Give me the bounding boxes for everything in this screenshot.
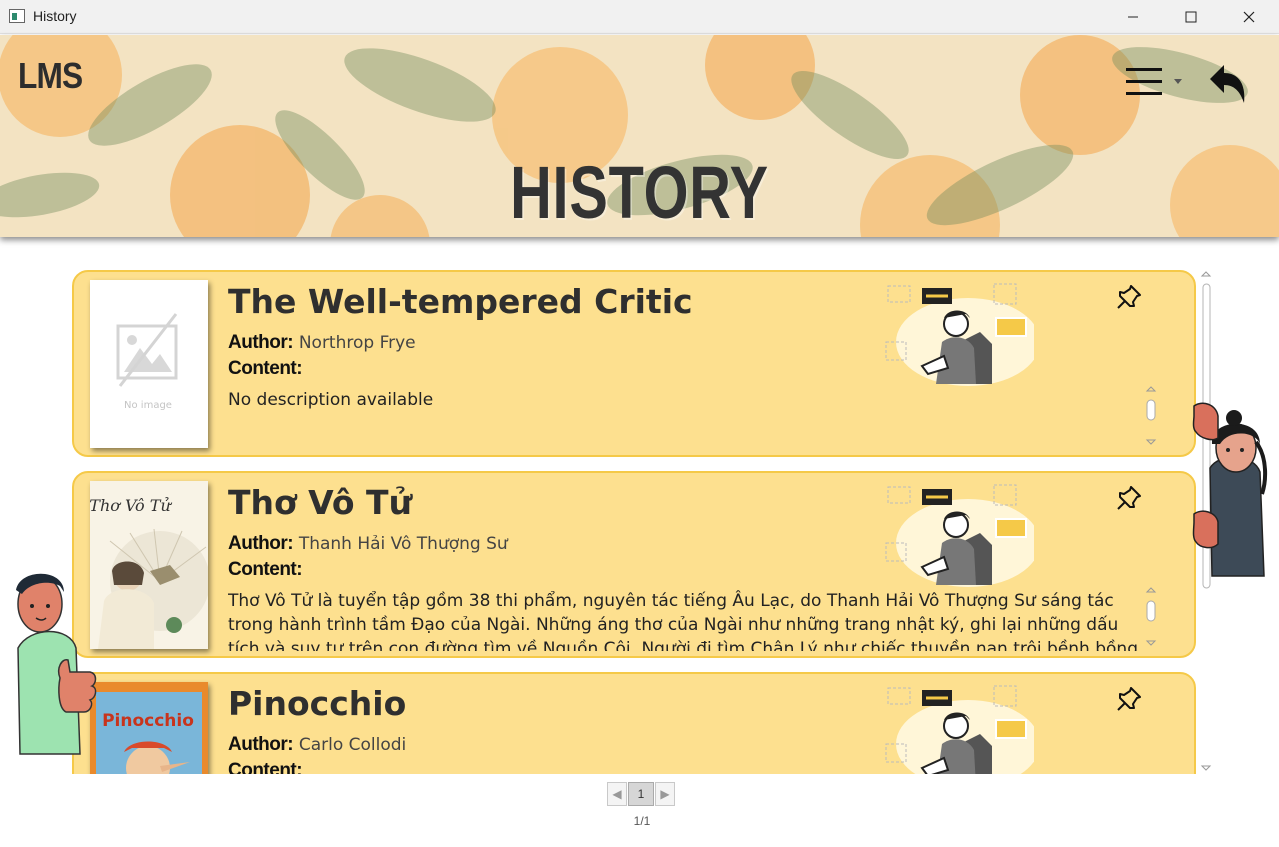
reader-illustration [885, 283, 1034, 386]
history-card[interactable]: Thơ Vô Tử Thơ Vô Tử Author: Thanh Hải Vô… [72, 471, 1196, 658]
window-title-bar: History [0, 0, 1279, 34]
book-title: Pinocchio [228, 684, 407, 723]
pagination: ◀ 1 ▶ [607, 782, 675, 806]
content-line: Content: [228, 760, 303, 774]
author-line: Author: Carlo Collodi [228, 734, 406, 756]
thumbs-up-character [16, 573, 97, 755]
maximize-icon [1185, 11, 1197, 23]
pin-icon[interactable] [1116, 284, 1142, 310]
content-scrollbar[interactable] [1144, 384, 1158, 448]
reader-illustration [885, 484, 1034, 587]
peeking-girl-character [1192, 402, 1268, 577]
header-banner: LMS HISTORY [0, 35, 1279, 237]
no-image-text: No image [124, 400, 172, 411]
history-list[interactable]: No image The Well-tempered Critic Author… [66, 262, 1200, 774]
history-card[interactable]: No image The Well-tempered Critic Author… [72, 270, 1196, 457]
author-value: Thanh Hải Vô Thượng Sư [298, 534, 508, 554]
author-line: Author: Thanh Hải Vô Thượng Sư [228, 533, 508, 555]
no-image-placeholder: No image [116, 313, 178, 411]
book-cover-image: Thơ Vô Tử [90, 481, 208, 649]
content-line: Content: [228, 559, 303, 581]
page-title: HISTORY [510, 151, 769, 234]
pin-icon[interactable] [1116, 686, 1142, 712]
content-label: Content: [228, 760, 303, 774]
back-button[interactable] [1208, 63, 1248, 105]
history-card[interactable]: Pinocchio Pinocchio Author: Carlo Collod… [72, 672, 1196, 774]
reader-illustration [885, 685, 1034, 774]
close-button[interactable] [1220, 0, 1278, 34]
author-value: Northrop Frye [298, 333, 416, 353]
author-line: Author: Northrop Frye [228, 332, 416, 354]
content-line: Content: [228, 358, 303, 380]
author-label: Author: [228, 734, 294, 755]
author-label: Author: [228, 533, 294, 554]
next-page-button[interactable]: ▶ [655, 782, 675, 806]
book-cover: Pinocchio [90, 682, 208, 774]
content-text: Thơ Vô Tử là tuyển tập gồm 38 thi phẩm, … [228, 591, 1138, 651]
page-button-current[interactable]: 1 [628, 782, 654, 806]
menu-dropdown-button[interactable] [1124, 65, 1186, 99]
app-icon [9, 9, 25, 23]
window-title: History [33, 8, 77, 24]
close-icon [1243, 11, 1255, 23]
author-value: Carlo Collodi [298, 735, 407, 755]
content-label: Content: [228, 559, 303, 580]
prev-page-button[interactable]: ◀ [607, 782, 627, 806]
book-title: The Well-tempered Critic [228, 282, 693, 321]
book-cover: Thơ Vô Tử [90, 481, 208, 649]
app-logo: LMS [18, 55, 83, 96]
cover-title-text: Thơ Vô Tử [90, 496, 172, 515]
maximize-button[interactable] [1162, 0, 1220, 34]
book-cover-image: Pinocchio [90, 682, 208, 774]
content-text: No description available [228, 390, 434, 410]
hamburger-menu-icon [1126, 68, 1182, 95]
content-scrollbar[interactable] [1144, 585, 1158, 649]
pin-icon[interactable] [1116, 485, 1142, 511]
author-label: Author: [228, 332, 294, 353]
cover-title-text: Pinocchio [102, 711, 194, 731]
book-title: Thơ Vô Tử [228, 483, 413, 522]
minimize-icon [1128, 16, 1138, 18]
minimize-button[interactable] [1104, 0, 1162, 34]
page-count: 1/1 [633, 814, 651, 828]
book-cover: No image [90, 280, 208, 448]
back-arrow-icon [1210, 65, 1245, 103]
content-label: Content: [228, 358, 303, 379]
